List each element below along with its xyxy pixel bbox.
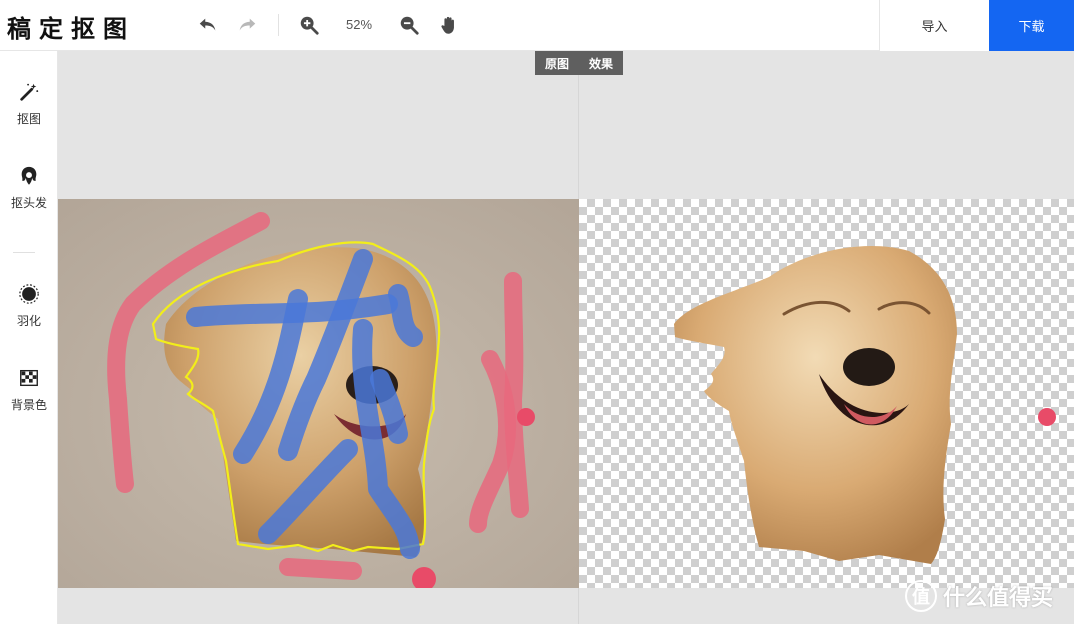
zoom-out-icon [400,16,419,35]
app-logo: 稿定抠图 [7,15,135,43]
original-view-tab[interactable]: 原图 [535,51,579,75]
sidebar-item-background-color[interactable]: 背景色 [0,367,58,413]
zoom-out-button[interactable] [396,12,422,38]
background-color-icon [20,369,38,387]
magic-wand-icon [20,83,39,101]
watermark-logo: 值 [905,580,937,612]
original-image-panel[interactable] [58,199,579,588]
sidebar-item-label: 抠头发 [10,196,47,210]
result-image-panel[interactable] [579,199,1074,588]
watermark: 值 什么值得买 [905,580,1053,612]
original-photo [58,199,579,588]
editor-canvas[interactable]: 原图 效果 [58,51,1074,624]
zoom-level: 52% [345,17,373,32]
top-toolbar: 稿定抠图 52% 导入 下载 [0,0,1074,51]
undo-button[interactable] [195,12,221,38]
tool-sidebar: 抠图 抠头发 羽化 背景色 [0,51,58,624]
import-button[interactable]: 导入 [879,0,989,51]
zoom-in-button[interactable] [296,12,322,38]
result-view-tab[interactable]: 效果 [579,51,623,75]
sidebar-item-label: 抠图 [16,112,41,126]
zoom-in-icon [300,16,319,35]
sidebar-item-label: 背景色 [10,398,47,412]
watermark-text: 什么值得买 [943,585,1054,610]
download-button[interactable]: 下载 [989,0,1074,51]
undo-icon [199,18,216,31]
sidebar-divider [13,252,35,253]
sidebar-item-hair[interactable]: 抠头发 [0,165,58,211]
redo-icon [239,18,256,31]
hair-icon [21,166,37,185]
hand-icon [441,16,454,34]
sidebar-item-label: 羽化 [16,314,41,328]
toolbar-divider [278,14,279,36]
redo-button[interactable] [234,12,260,38]
view-toggle: 原图 效果 [535,51,623,75]
cutout-result [674,246,1056,564]
sidebar-item-cutout[interactable]: 抠图 [0,81,58,127]
sidebar-item-feather[interactable]: 羽化 [0,283,58,329]
hand-tool-button[interactable] [436,12,462,38]
feather-circle-icon [19,284,39,304]
